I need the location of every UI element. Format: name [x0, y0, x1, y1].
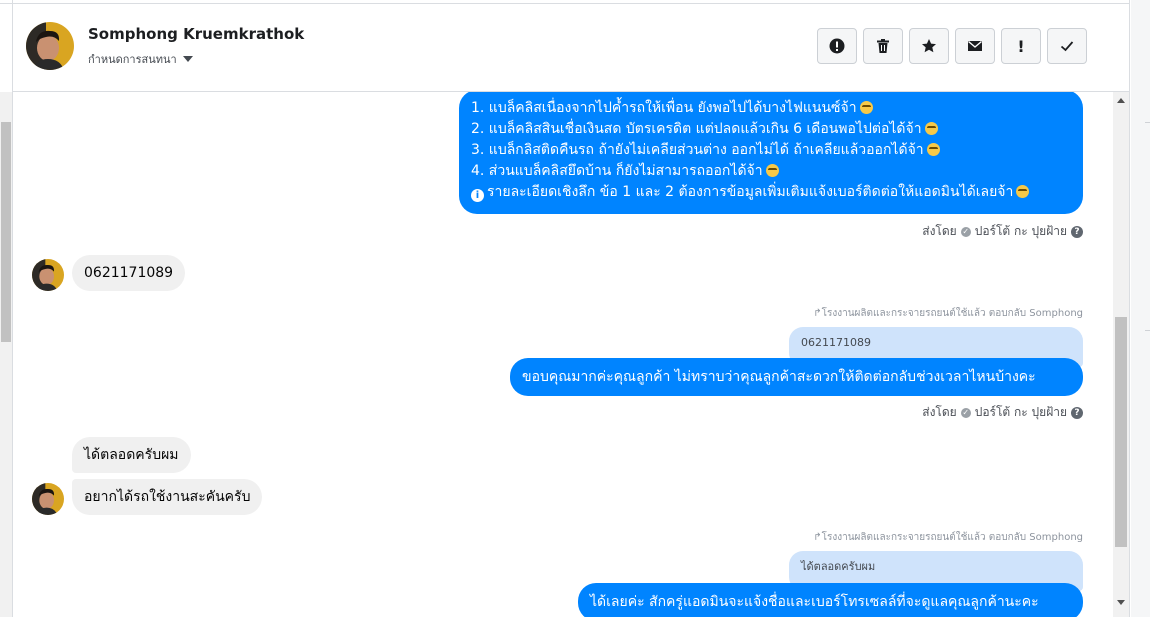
left-scrollbar[interactable] — [0, 92, 12, 617]
info-icon: i — [471, 189, 484, 202]
message-line: 3. แบล็กลิสติดคืนรถ ถ้ายังไม่เคลียส่วนต่… — [471, 140, 1071, 161]
message-bubble-incoming[interactable]: 0621171089 — [72, 255, 186, 291]
message-line: 4. ส่วนแบล็คลิสยึดบ้าน ก็ยังไม่สามารถออก… — [471, 161, 1071, 182]
reply-note-text: โรงงานผลิตและกระจายรถยนต์ใช้แล้ว ตอบกลับ… — [821, 308, 1083, 319]
emoji-icon — [926, 143, 940, 156]
check-icon — [1060, 41, 1074, 52]
trash-icon — [877, 39, 889, 53]
message-bubble-outgoing[interactable]: ขอบคุณมากค่ะคุณลูกค้า ไม่ทราบว่าคุณลูกค้… — [510, 358, 1083, 396]
message-text: 3. แบล็กลิสติดคืนรถ ถ้ายังไม่เคลียส่วนต่… — [471, 142, 924, 158]
mark-done-button[interactable] — [1047, 28, 1087, 64]
sender-name: ปอร์โต้ กะ ปุยฝ้าย — [974, 405, 1067, 419]
emoji-icon — [1016, 185, 1030, 198]
exclamation-icon: ! — [1017, 36, 1025, 56]
contact-avatar[interactable] — [26, 22, 74, 70]
message-bubble-outgoing[interactable]: 1. แบล็คลิสเนื่องจากไปค้ำรถให้เพื่อน ยัง… — [459, 92, 1083, 214]
message-text: รายละเอียดเชิงลึก ข้อ 1 และ 2 ต้องการข้อ… — [487, 184, 1014, 200]
message-bubble-outgoing[interactable]: ได้เลยค่ะ สักครู่แอดมินจะแจ้งชื่อและเบอร… — [578, 583, 1083, 617]
message-text: 4. ส่วนแบล็คลิสยึดบ้าน ก็ยังไม่สามารถออก… — [471, 163, 763, 179]
right-divider — [1129, 0, 1130, 617]
divider — [1145, 122, 1150, 123]
alert-circle-icon — [829, 38, 845, 54]
thread-scrollbar-thumb[interactable] — [1115, 317, 1127, 547]
envelope-icon — [968, 40, 982, 51]
sent-by-info: ส่งโดย ✓ ปอร์โต้ กะ ปุยฝ้าย ? — [922, 222, 1083, 241]
help-icon[interactable]: ? — [1071, 225, 1083, 238]
scroll-down-arrow-icon[interactable] — [1117, 600, 1125, 605]
reply-arrow-icon: ↱ — [813, 308, 822, 319]
left-scrollbar-thumb[interactable] — [1, 122, 11, 342]
mark-unread-button[interactable] — [955, 28, 995, 64]
delete-button[interactable] — [863, 28, 903, 64]
contact-avatar-small[interactable] — [32, 483, 64, 515]
header-toolbar: ! — [817, 28, 1087, 64]
message-line: 1. แบล็คลิสเนื่องจากไปค้ำรถให้เพื่อน ยัง… — [471, 98, 1071, 119]
reply-arrow-icon: ↱ — [813, 532, 822, 543]
check-circle-icon: ✓ — [960, 226, 971, 237]
reply-note: ↱โรงงานผลิตและกระจายรถยนต์ใช้แล้ว ตอบกลั… — [813, 530, 1083, 545]
star-button[interactable] — [909, 28, 949, 64]
message-text: 2. แบล็คลิสสินเชื่อเงินสด บัตรเครดิต แต่… — [471, 121, 922, 137]
message-line: 2. แบล็คลิสสินเชื่อเงินสด บัตรเครดิต แต่… — [471, 119, 1071, 140]
mark-important-button[interactable]: ! — [1001, 28, 1041, 64]
check-circle-icon: ✓ — [960, 407, 971, 418]
report-button[interactable] — [817, 28, 857, 64]
reply-note-text: โรงงานผลิตและกระจายรถยนต์ใช้แล้ว ตอบกลับ… — [821, 532, 1083, 543]
star-icon — [922, 39, 936, 53]
side-panel-edge — [1131, 0, 1150, 617]
sent-by-label: ส่งโดย — [922, 405, 957, 419]
conversation-header: Somphong Kruemkrathok กำหนดการสนทนา ! — [13, 4, 1129, 92]
message-bubble-incoming[interactable]: ได้ตลอดครับผม — [72, 437, 191, 473]
divider — [1145, 330, 1150, 331]
scroll-up-arrow-icon[interactable] — [1117, 98, 1125, 103]
emoji-icon — [765, 164, 779, 177]
caret-down-icon — [182, 56, 193, 62]
sender-name: ปอร์โต้ กะ ปุยฝ้าย — [974, 224, 1067, 238]
emoji-icon — [859, 101, 873, 114]
thread-scrollbar[interactable] — [1113, 92, 1129, 617]
messenger-window: Somphong Kruemkrathok กำหนดการสนทนา ! 1.… — [0, 0, 1130, 617]
message-line: i รายละเอียดเชิงลึก ข้อ 1 และ 2 ต้องการข้… — [471, 182, 1071, 203]
emoji-icon — [924, 122, 938, 135]
help-icon[interactable]: ? — [1071, 406, 1083, 419]
conversation-label-dropdown[interactable]: กำหนดการสนทนา — [88, 50, 193, 68]
sent-by-label: ส่งโดย — [922, 224, 957, 238]
contact-name[interactable]: Somphong Kruemkrathok — [88, 25, 304, 43]
reply-note: ↱โรงงานผลิตและกระจายรถยนต์ใช้แล้ว ตอบกลั… — [813, 306, 1083, 321]
contact-avatar-small[interactable] — [32, 259, 64, 291]
message-text: 1. แบล็คลิสเนื่องจากไปค้ำรถให้เพื่อน ยัง… — [471, 100, 857, 116]
conversation-label-text: กำหนดการสนทนา — [88, 53, 177, 66]
sent-by-info: ส่งโดย ✓ ปอร์โต้ กะ ปุยฝ้าย ? — [922, 403, 1083, 422]
message-bubble-incoming[interactable]: อยากได้รถใช้งานสะคันครับ — [72, 479, 263, 515]
message-thread[interactable]: 1. แบล็คลิสเนื่องจากไปค้ำรถให้เพื่อน ยัง… — [13, 92, 1113, 617]
